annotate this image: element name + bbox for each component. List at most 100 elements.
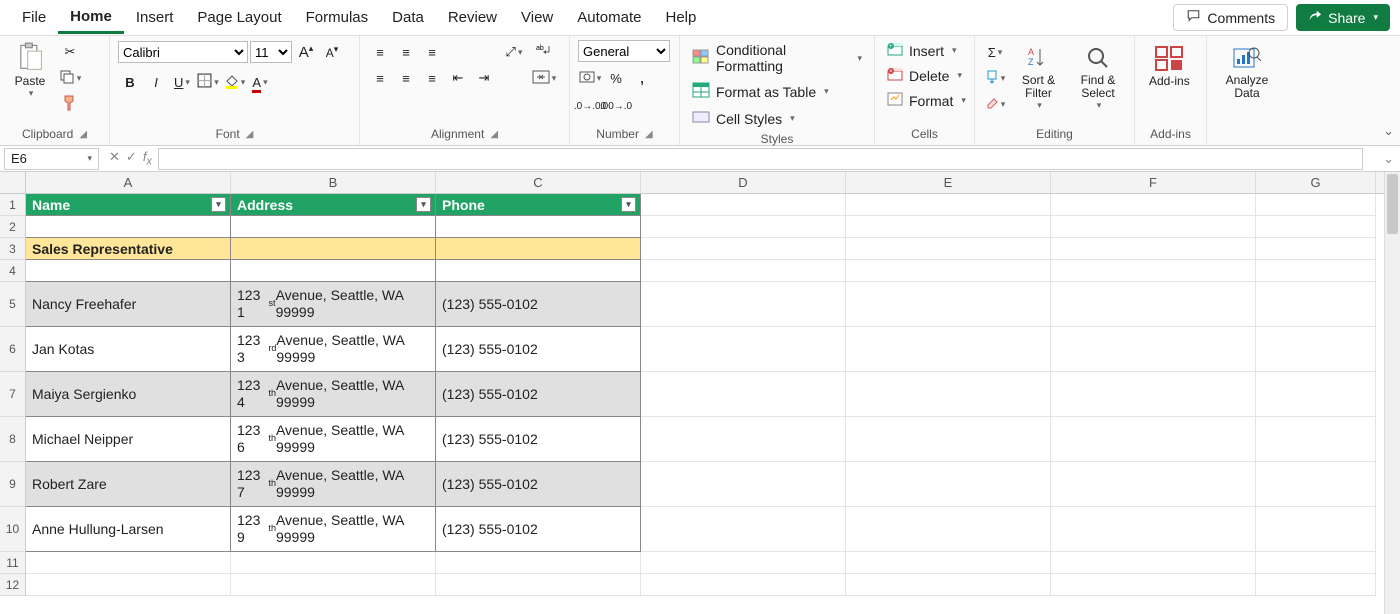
cell-name[interactable]: Robert Zare <box>26 462 231 507</box>
cell[interactable] <box>846 282 1051 327</box>
cell-name[interactable]: Nancy Freehafer <box>26 282 231 327</box>
font-color-button[interactable]: A▾ <box>248 70 272 94</box>
cell[interactable] <box>1256 507 1376 552</box>
align-bottom-button[interactable]: ≡ <box>420 40 444 64</box>
addins-button[interactable]: Add-ins <box>1143 40 1196 90</box>
cell[interactable] <box>846 574 1051 596</box>
cell[interactable] <box>641 552 846 574</box>
chevron-down-icon[interactable]: ▾ <box>87 153 92 164</box>
chevron-down-icon[interactable]: ▾ <box>1001 99 1006 110</box>
col-header[interactable]: A <box>26 172 231 193</box>
sort-filter-button[interactable]: AZ Sort & Filter▾ <box>1013 40 1064 113</box>
cell-name[interactable]: Maiya Sergienko <box>26 372 231 417</box>
tab-formulas[interactable]: Formulas <box>294 3 381 32</box>
cell-phone[interactable]: (123) 555-0102 <box>436 417 641 462</box>
enter-formula-button[interactable]: ✓ <box>126 149 137 168</box>
tab-insert[interactable]: Insert <box>124 3 186 32</box>
row-header[interactable]: 5 <box>0 282 25 327</box>
expand-formula-bar-button[interactable]: ⌄ <box>1377 151 1400 167</box>
dialog-launcher-icon[interactable]: ◢ <box>490 129 498 140</box>
format-painter-button[interactable] <box>58 92 82 116</box>
delete-cells-button[interactable]: ×Delete▾ <box>883 65 966 86</box>
increase-indent-button[interactable]: ⇥ <box>472 66 496 90</box>
row-header[interactable]: 10 <box>0 507 25 552</box>
cell-name[interactable]: Michael Neipper <box>26 417 231 462</box>
cell[interactable] <box>1256 282 1376 327</box>
wrap-text-button[interactable]: ab <box>532 40 556 64</box>
cell[interactable] <box>1256 552 1376 574</box>
cell-name[interactable]: Anne Hullung-Larsen <box>26 507 231 552</box>
vertical-scrollbar[interactable] <box>1384 172 1400 614</box>
filter-button[interactable]: ▾ <box>416 197 431 212</box>
cut-button[interactable]: ✂ <box>58 40 82 64</box>
cell[interactable] <box>1256 574 1376 596</box>
row-header[interactable]: 7 <box>0 372 25 417</box>
row-header[interactable]: 1 <box>0 194 25 216</box>
cell[interactable] <box>436 260 641 282</box>
cell-phone[interactable]: (123) 555-0102 <box>436 372 641 417</box>
row-header[interactable]: 9 <box>0 462 25 507</box>
col-header[interactable]: E <box>846 172 1051 193</box>
cell[interactable] <box>1256 238 1376 260</box>
row-header[interactable]: 11 <box>0 552 25 574</box>
tab-help[interactable]: Help <box>653 3 708 32</box>
cell-styles-button[interactable]: Cell Styles▾ <box>688 107 799 130</box>
cell[interactable] <box>846 507 1051 552</box>
cell[interactable] <box>26 216 231 238</box>
chevron-down-icon[interactable]: ▾ <box>998 47 1003 58</box>
cell[interactable] <box>1051 327 1256 372</box>
cell[interactable] <box>1051 238 1256 260</box>
tab-automate[interactable]: Automate <box>565 3 653 32</box>
chevron-down-icon[interactable]: ▾ <box>185 77 190 88</box>
cell-phone[interactable]: (123) 555-0102 <box>436 507 641 552</box>
decrease-decimal-button[interactable]: .00→.0 <box>604 94 628 118</box>
cell-address[interactable]: 123 4th Avenue, Seattle, WA 99999 <box>231 372 436 417</box>
row-header[interactable]: 12 <box>0 574 25 596</box>
cell[interactable] <box>846 260 1051 282</box>
col-header[interactable]: F <box>1051 172 1256 193</box>
header-cell-phone[interactable]: Phone▾ <box>436 194 641 216</box>
find-select-button[interactable]: Find & Select▾ <box>1070 40 1126 113</box>
cell[interactable] <box>1256 462 1376 507</box>
tab-file[interactable]: File <box>10 3 58 32</box>
cell[interactable] <box>641 238 846 260</box>
cell[interactable] <box>1051 216 1256 238</box>
chevron-down-icon[interactable]: ▾ <box>241 77 246 88</box>
cell-address[interactable]: 123 3rd Avenue, Seattle, WA 99999 <box>231 327 436 372</box>
align-left-button[interactable]: ≡ <box>368 66 392 90</box>
cell[interactable] <box>1256 260 1376 282</box>
dialog-launcher-icon[interactable]: ◢ <box>645 129 653 140</box>
row-header[interactable]: 2 <box>0 216 25 238</box>
cell[interactable] <box>846 327 1051 372</box>
cell[interactable] <box>231 552 436 574</box>
header-cell-name[interactable]: Name▾ <box>26 194 231 216</box>
chevron-down-icon[interactable]: ▾ <box>1001 73 1006 84</box>
share-button[interactable]: Share ▾ <box>1296 4 1390 31</box>
cell[interactable] <box>1051 552 1256 574</box>
section-cell[interactable]: Sales Representative <box>26 238 231 260</box>
cell[interactable] <box>846 372 1051 417</box>
formula-input[interactable] <box>158 148 1363 170</box>
insert-cells-button[interactable]: +Insert▾ <box>883 40 961 61</box>
insert-function-button[interactable]: fx <box>143 149 152 168</box>
cell[interactable] <box>641 260 846 282</box>
cell[interactable] <box>641 327 846 372</box>
cell-name[interactable]: Jan Kotas <box>26 327 231 372</box>
col-header[interactable]: C <box>436 172 641 193</box>
font-size-select[interactable]: 11 <box>250 41 292 63</box>
cell-phone[interactable]: (123) 555-0102 <box>436 462 641 507</box>
analyze-data-button[interactable]: Analyze Data <box>1215 40 1279 102</box>
cell[interactable] <box>846 462 1051 507</box>
decrease-indent-button[interactable]: ⇤ <box>446 66 470 90</box>
italic-button[interactable]: I <box>144 70 168 94</box>
cell[interactable] <box>436 238 641 260</box>
cell[interactable] <box>641 417 846 462</box>
chevron-down-icon[interactable]: ▾ <box>214 77 219 88</box>
chevron-down-icon[interactable]: ▾ <box>29 88 34 99</box>
accounting-format-button[interactable]: ▾ <box>578 66 602 90</box>
chevron-down-icon[interactable]: ▾ <box>518 47 523 58</box>
row-header[interactable]: 3 <box>0 238 25 260</box>
number-format-select[interactable]: General <box>578 40 670 62</box>
cell-phone[interactable]: (123) 555-0102 <box>436 327 641 372</box>
cell[interactable] <box>641 216 846 238</box>
